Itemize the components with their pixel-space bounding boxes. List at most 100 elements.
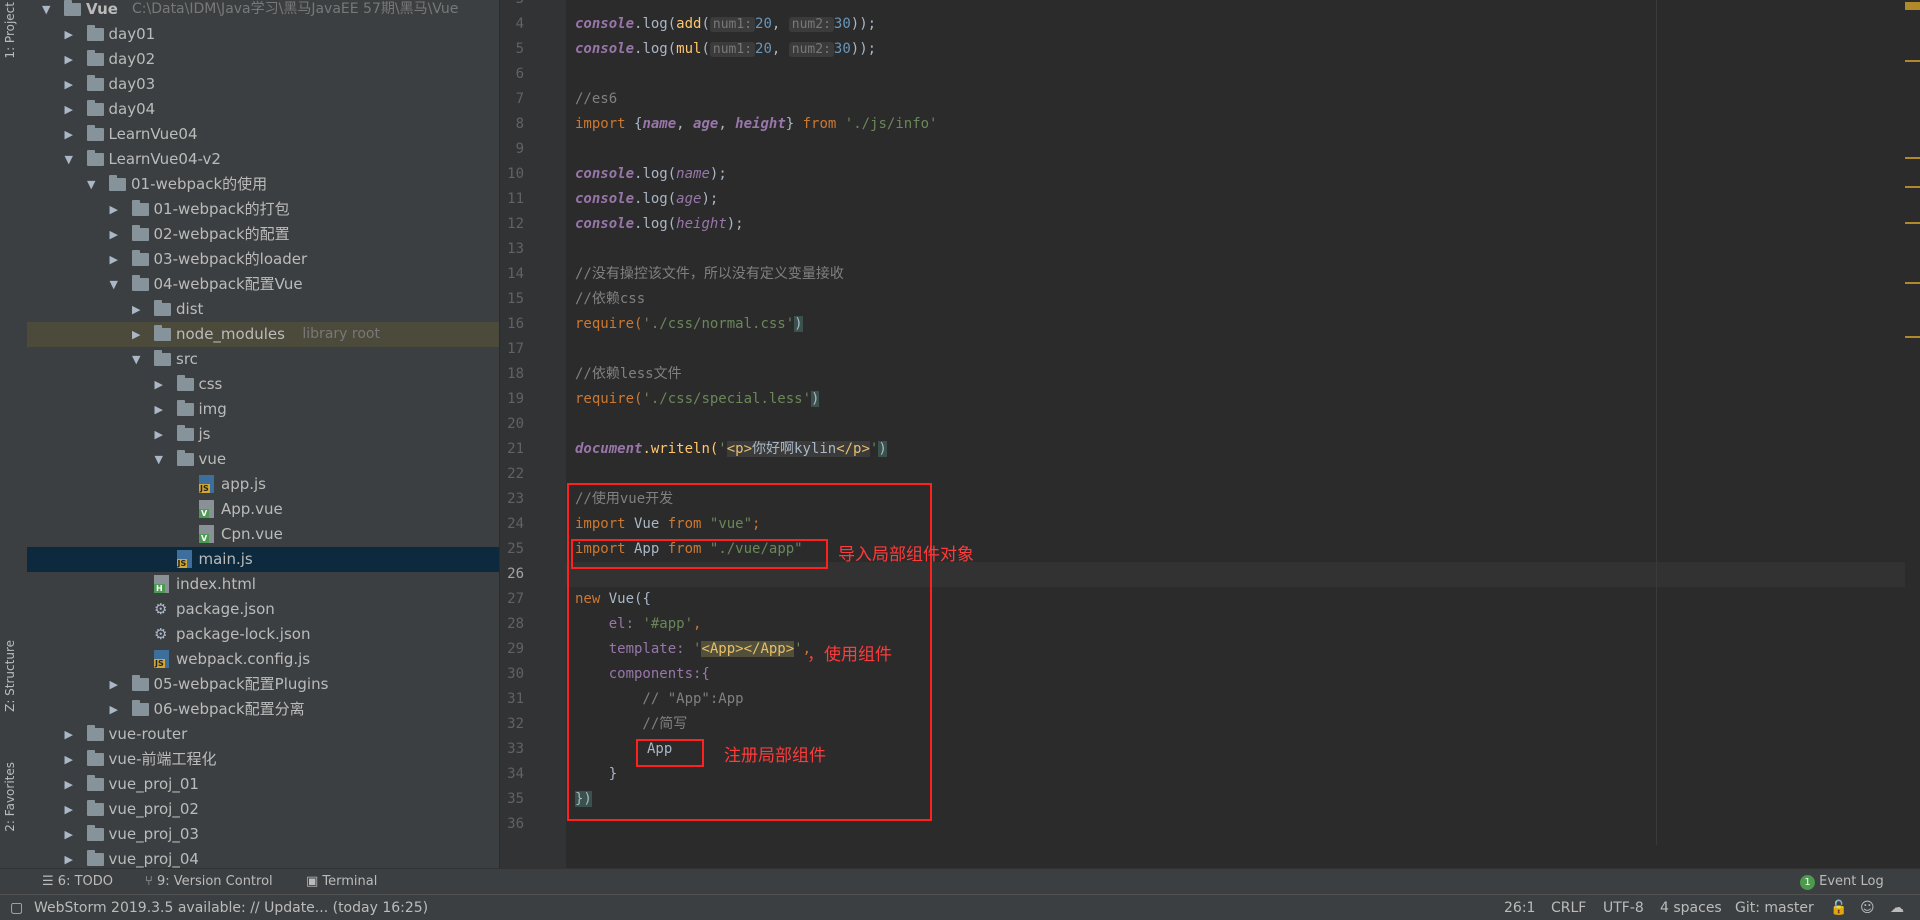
favorites-tool-tab[interactable]: 2: Favorites bbox=[3, 762, 17, 832]
token: ); bbox=[701, 191, 719, 207]
js-file-icon bbox=[176, 550, 192, 568]
token: ) bbox=[794, 316, 803, 332]
chevron-down-icon[interactable]: ▼ bbox=[132, 347, 140, 372]
version-control-tab[interactable]: ⑂ 9: Version Control bbox=[145, 874, 273, 889]
tree-item[interactable]: ▼ 01-webpack的使用 bbox=[27, 172, 499, 197]
chevron-right-icon[interactable]: ▶ bbox=[65, 797, 73, 822]
tree-item[interactable]: ▶ node_modules library root bbox=[27, 322, 499, 347]
terminal-tab[interactable]: ▣ Terminal bbox=[306, 874, 377, 889]
tree-item[interactable]: ⚙ package-lock.json bbox=[27, 622, 499, 647]
structure-tool-tab[interactable]: Z: Structure bbox=[3, 640, 17, 712]
notifications-icon[interactable]: ☁ bbox=[1890, 900, 1904, 916]
error-stripe-marker bbox=[1905, 336, 1920, 338]
chevron-down-icon[interactable]: ▼ bbox=[110, 272, 118, 297]
chevron-right-icon[interactable]: ▶ bbox=[65, 747, 73, 772]
tree-item[interactable]: ▶ vue_proj_02 bbox=[27, 797, 499, 822]
chevron-right-icon[interactable]: ▶ bbox=[65, 47, 73, 72]
tree-item[interactable]: ▼ src bbox=[27, 347, 499, 372]
caret-position[interactable]: 26:1 bbox=[1504, 900, 1535, 916]
chevron-right-icon[interactable]: ▶ bbox=[155, 422, 163, 447]
file-encoding[interactable]: UTF-8 bbox=[1603, 900, 1644, 916]
line-number-text: 27 bbox=[507, 591, 524, 607]
html-file-icon bbox=[154, 575, 169, 593]
chevron-down-icon[interactable]: ▼ bbox=[65, 147, 73, 172]
tree-item[interactable]: ▶ vue_proj_03 bbox=[27, 822, 499, 847]
code-editor[interactable]: 3456789101112131415161718192021222324252… bbox=[500, 0, 1920, 868]
code-line-16: require('./css/normal.css') bbox=[575, 312, 803, 337]
tree-item[interactable]: ▶ LearnVue04 bbox=[27, 122, 499, 147]
tree-item[interactable]: app.js bbox=[27, 472, 499, 497]
event-log-tab[interactable]: 1 Event Log bbox=[1800, 874, 1884, 890]
line-number: 3 bbox=[500, 0, 1025, 12]
annotation-template-note: ，使用组件 bbox=[807, 645, 892, 665]
tree-item[interactable]: ▶ dist bbox=[27, 297, 499, 322]
chevron-down-icon[interactable]: ▼ bbox=[87, 172, 95, 197]
tree-item[interactable]: ▶ vue_proj_04 bbox=[27, 847, 499, 868]
tree-item[interactable]: ▼ LearnVue04-v2 bbox=[27, 147, 499, 172]
chevron-right-icon[interactable]: ▶ bbox=[65, 722, 73, 747]
tree-item[interactable]: ▶ vue-前端工程化 bbox=[27, 747, 499, 772]
chevron-right-icon[interactable]: ▶ bbox=[65, 22, 73, 47]
todo-tab[interactable]: ☰ 6: TODO bbox=[42, 874, 113, 889]
line-separator[interactable]: CRLF bbox=[1551, 900, 1586, 916]
indent-setting[interactable]: 4 spaces bbox=[1660, 900, 1722, 916]
tree-item[interactable]: ▶ 05-webpack配置Plugins bbox=[27, 672, 499, 697]
tree-item[interactable]: ▶ day04 bbox=[27, 97, 499, 122]
tree-item[interactable]: ▶ img bbox=[27, 397, 499, 422]
git-branch[interactable]: Git: master bbox=[1735, 900, 1814, 916]
editor-scrollbar[interactable] bbox=[1905, 0, 1920, 868]
error-stripe-marker bbox=[1905, 2, 1920, 10]
tree-item[interactable]: index.html bbox=[27, 572, 499, 597]
code-line-14: //没有操控该文件，所以没有定义变量接收 bbox=[575, 266, 844, 282]
chevron-right-icon[interactable]: ▶ bbox=[110, 697, 118, 722]
chevron-down-icon[interactable]: ▼ bbox=[42, 0, 50, 22]
chevron-right-icon[interactable]: ▶ bbox=[110, 247, 118, 272]
chevron-right-icon[interactable]: ▶ bbox=[110, 222, 118, 247]
tree-item[interactable]: ▶ day02 bbox=[27, 47, 499, 72]
chevron-right-icon[interactable]: ▶ bbox=[65, 72, 73, 97]
line-number-text: 29 bbox=[507, 641, 524, 657]
tree-item[interactable]: ▶ day01 bbox=[27, 22, 499, 47]
chevron-right-icon[interactable]: ▶ bbox=[65, 822, 73, 847]
tree-item[interactable]: ▶ 02-webpack的配置 bbox=[27, 222, 499, 247]
chevron-down-icon[interactable]: ▼ bbox=[155, 447, 163, 472]
chevron-right-icon[interactable]: ▶ bbox=[132, 322, 140, 347]
tree-item[interactable]: ▶ 06-webpack配置分离 bbox=[27, 697, 499, 722]
tree-item[interactable]: main.js bbox=[27, 547, 499, 572]
tree-item[interactable]: App.vue bbox=[27, 497, 499, 522]
project-panel: ▼ Vue C:\Data\IDM\Java学习\黑马JavaEE 57期\黑马\V… bbox=[27, 0, 499, 868]
tree-item[interactable]: ⚙ package.json bbox=[27, 597, 499, 622]
project-tool-tab[interactable]: 1: Project bbox=[3, 2, 17, 59]
folder-icon bbox=[131, 275, 149, 291]
tree-item[interactable]: ▶ vue-router bbox=[27, 722, 499, 747]
chevron-right-icon[interactable]: ▶ bbox=[65, 772, 73, 797]
chevron-right-icon[interactable]: ▶ bbox=[155, 397, 163, 422]
tree-item[interactable]: ▶ css bbox=[27, 372, 499, 397]
tree-item[interactable]: ▶ js bbox=[27, 422, 499, 447]
lock-icon[interactable]: 🔓 bbox=[1830, 900, 1847, 916]
inspector-icon[interactable]: ☺ bbox=[1860, 900, 1875, 916]
tree-item[interactable]: ▶ vue_proj_01 bbox=[27, 772, 499, 797]
tree-item[interactable]: ▶ 01-webpack的打包 bbox=[27, 197, 499, 222]
event-log-badge: 1 bbox=[1800, 875, 1815, 890]
chevron-right-icon[interactable]: ▶ bbox=[110, 672, 118, 697]
chevron-right-icon[interactable]: ▶ bbox=[65, 97, 73, 122]
code-line-18: //依赖less文件 bbox=[575, 366, 682, 382]
tree-item[interactable]: webpack.config.js bbox=[27, 647, 499, 672]
chevron-right-icon[interactable]: ▶ bbox=[65, 847, 73, 868]
tree-item-label: vue-前端工程化 bbox=[108, 750, 217, 768]
chevron-right-icon[interactable]: ▶ bbox=[65, 122, 73, 147]
status-window-icon[interactable]: ▢ bbox=[10, 900, 23, 916]
tree-item[interactable]: ▶ 03-webpack的loader bbox=[27, 247, 499, 272]
chevron-right-icon[interactable]: ▶ bbox=[155, 372, 163, 397]
tree-item[interactable]: ▼ 04-webpack配置Vue bbox=[27, 272, 499, 297]
tree-item[interactable]: ▼ vue bbox=[27, 447, 499, 472]
code-line-5: console.log(mul(num1: 20, num2: 30)); bbox=[575, 37, 876, 62]
tree-item[interactable]: ▶ day03 bbox=[27, 72, 499, 97]
chevron-right-icon[interactable]: ▶ bbox=[110, 197, 118, 222]
tree-item[interactable]: ▼ Vue C:\Data\IDM\Java学习\黑马JavaEE 57期\黑马\V… bbox=[27, 0, 499, 22]
token: age bbox=[676, 191, 702, 207]
status-message[interactable]: WebStorm 2019.3.5 available: // Update..… bbox=[34, 900, 428, 916]
tree-item[interactable]: Cpn.vue bbox=[27, 522, 499, 547]
chevron-right-icon[interactable]: ▶ bbox=[132, 297, 140, 322]
